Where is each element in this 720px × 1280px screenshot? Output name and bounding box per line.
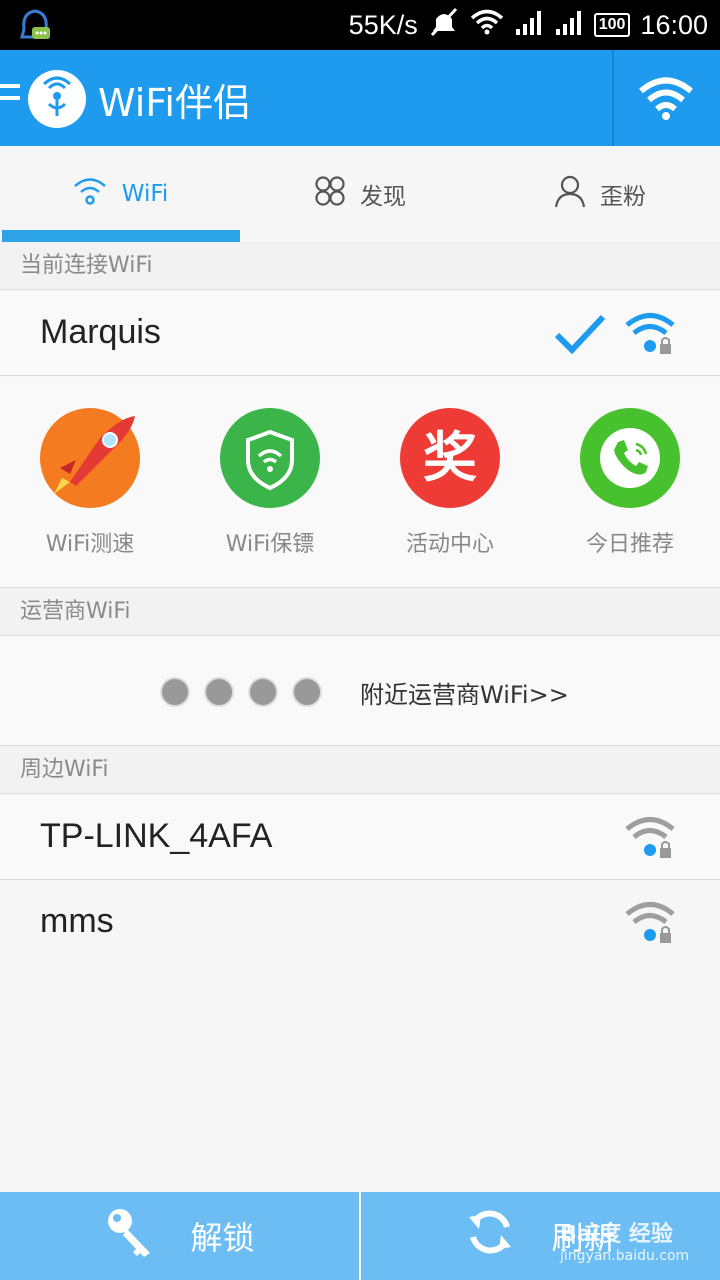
battery-icon: 100	[593, 13, 631, 37]
rocket-icon	[40, 408, 140, 508]
feature-bodyguard-label: WiFi保镖	[225, 532, 315, 557]
wifi-locked-icon	[624, 900, 678, 950]
app-logo	[28, 70, 86, 128]
shield-icon	[220, 408, 320, 508]
tab-fans-label: 歪粉	[600, 184, 646, 210]
tab-discover-label: 发现	[360, 184, 406, 210]
person-icon	[554, 174, 586, 214]
network-speed: 55K/s	[348, 9, 418, 40]
status-bar: 55K/s 100 16:00	[0, 0, 720, 50]
china-unicom-icon	[248, 677, 278, 707]
tab-fans[interactable]: 歪粉	[480, 146, 720, 242]
app-title: WiFi伴侣	[98, 81, 251, 125]
clock: 16:00	[640, 9, 708, 40]
wifi-toggle-icon[interactable]	[638, 76, 694, 122]
unlock-label: 解锁	[190, 1219, 255, 1257]
nearby-network-name: mms	[40, 902, 114, 940]
menu-icon[interactable]	[0, 84, 20, 112]
operator-wifi-header: 运营商WiFi	[0, 588, 720, 636]
operator-wifi-row[interactable]: 附近运营商WiFi>>	[0, 637, 720, 746]
feature-daily-recommend[interactable]: 今日推荐	[540, 408, 720, 558]
tab-wifi-label: WiFi	[121, 181, 169, 207]
cmcc-wifi-icon	[292, 677, 322, 707]
connected-check-icon	[554, 313, 606, 359]
feature-activity-center[interactable]: 奖 活动中心	[360, 408, 540, 558]
reward-icon: 奖	[400, 408, 500, 508]
app-root: 55K/s 100 16:00 WiFi伴侣 WiFi 发现 歪粉 当前连接Wi…	[0, 0, 720, 1280]
feature-speed-test[interactable]: WiFi测速	[0, 408, 180, 558]
qq-notification-icon	[18, 7, 52, 47]
watermark-brand: Bai度 经验	[560, 1222, 673, 1247]
reward-glyph: 奖	[423, 426, 477, 489]
signal-icon-1	[514, 9, 544, 42]
feature-speed-test-label: WiFi测速	[45, 532, 135, 557]
nearby-network-row[interactable]: TP-LINK_4AFA	[0, 795, 720, 880]
current-network-row[interactable]: Marquis	[0, 291, 720, 376]
current-network-name: Marquis	[40, 313, 161, 351]
china-mobile-icon	[160, 677, 190, 707]
operator-logos	[160, 677, 322, 707]
nearby-operator-wifi-link[interactable]: 附近运营商WiFi>>	[360, 675, 569, 710]
current-wifi-header: 当前连接WiFi	[0, 242, 720, 290]
nearby-network-row[interactable]: mms	[0, 880, 720, 965]
wifi-locked-icon	[624, 311, 678, 361]
tab-indicator	[2, 230, 240, 242]
feature-activity-center-label: 活动中心	[405, 532, 494, 557]
nearby-wifi-header: 周边WiFi	[0, 746, 720, 794]
tab-wifi[interactable]: WiFi	[0, 146, 240, 242]
refresh-icon	[465, 1207, 515, 1265]
nearby-network-name: TP-LINK_4AFA	[40, 817, 273, 855]
title-bar: WiFi伴侣	[0, 50, 720, 146]
tab-discover[interactable]: 发现	[240, 146, 480, 242]
tab-bar: WiFi 发现 歪粉	[0, 146, 720, 242]
signal-icon-2	[554, 9, 584, 42]
watermark-url: jingyan.baidu.com	[560, 1248, 690, 1264]
wifi-icon	[72, 175, 108, 213]
key-icon	[104, 1205, 154, 1267]
feature-bodyguard[interactable]: WiFi保镖	[180, 408, 360, 558]
title-divider	[612, 50, 614, 146]
wifi-locked-icon	[624, 815, 678, 865]
feature-daily-recommend-label: 今日推荐	[585, 532, 674, 557]
mute-icon	[428, 7, 460, 44]
china-telecom-icon	[204, 677, 234, 707]
feature-grid: WiFi测速 WiFi保镖 奖 活动中心 今日推荐	[0, 378, 720, 588]
baidu-watermark: Bai度 经验 jingyan.baidu.com	[560, 1196, 700, 1276]
grid-icon	[314, 175, 346, 213]
phone-icon	[580, 408, 680, 508]
unlock-button[interactable]: 解锁	[0, 1192, 359, 1280]
wifi-status-icon	[470, 9, 504, 42]
